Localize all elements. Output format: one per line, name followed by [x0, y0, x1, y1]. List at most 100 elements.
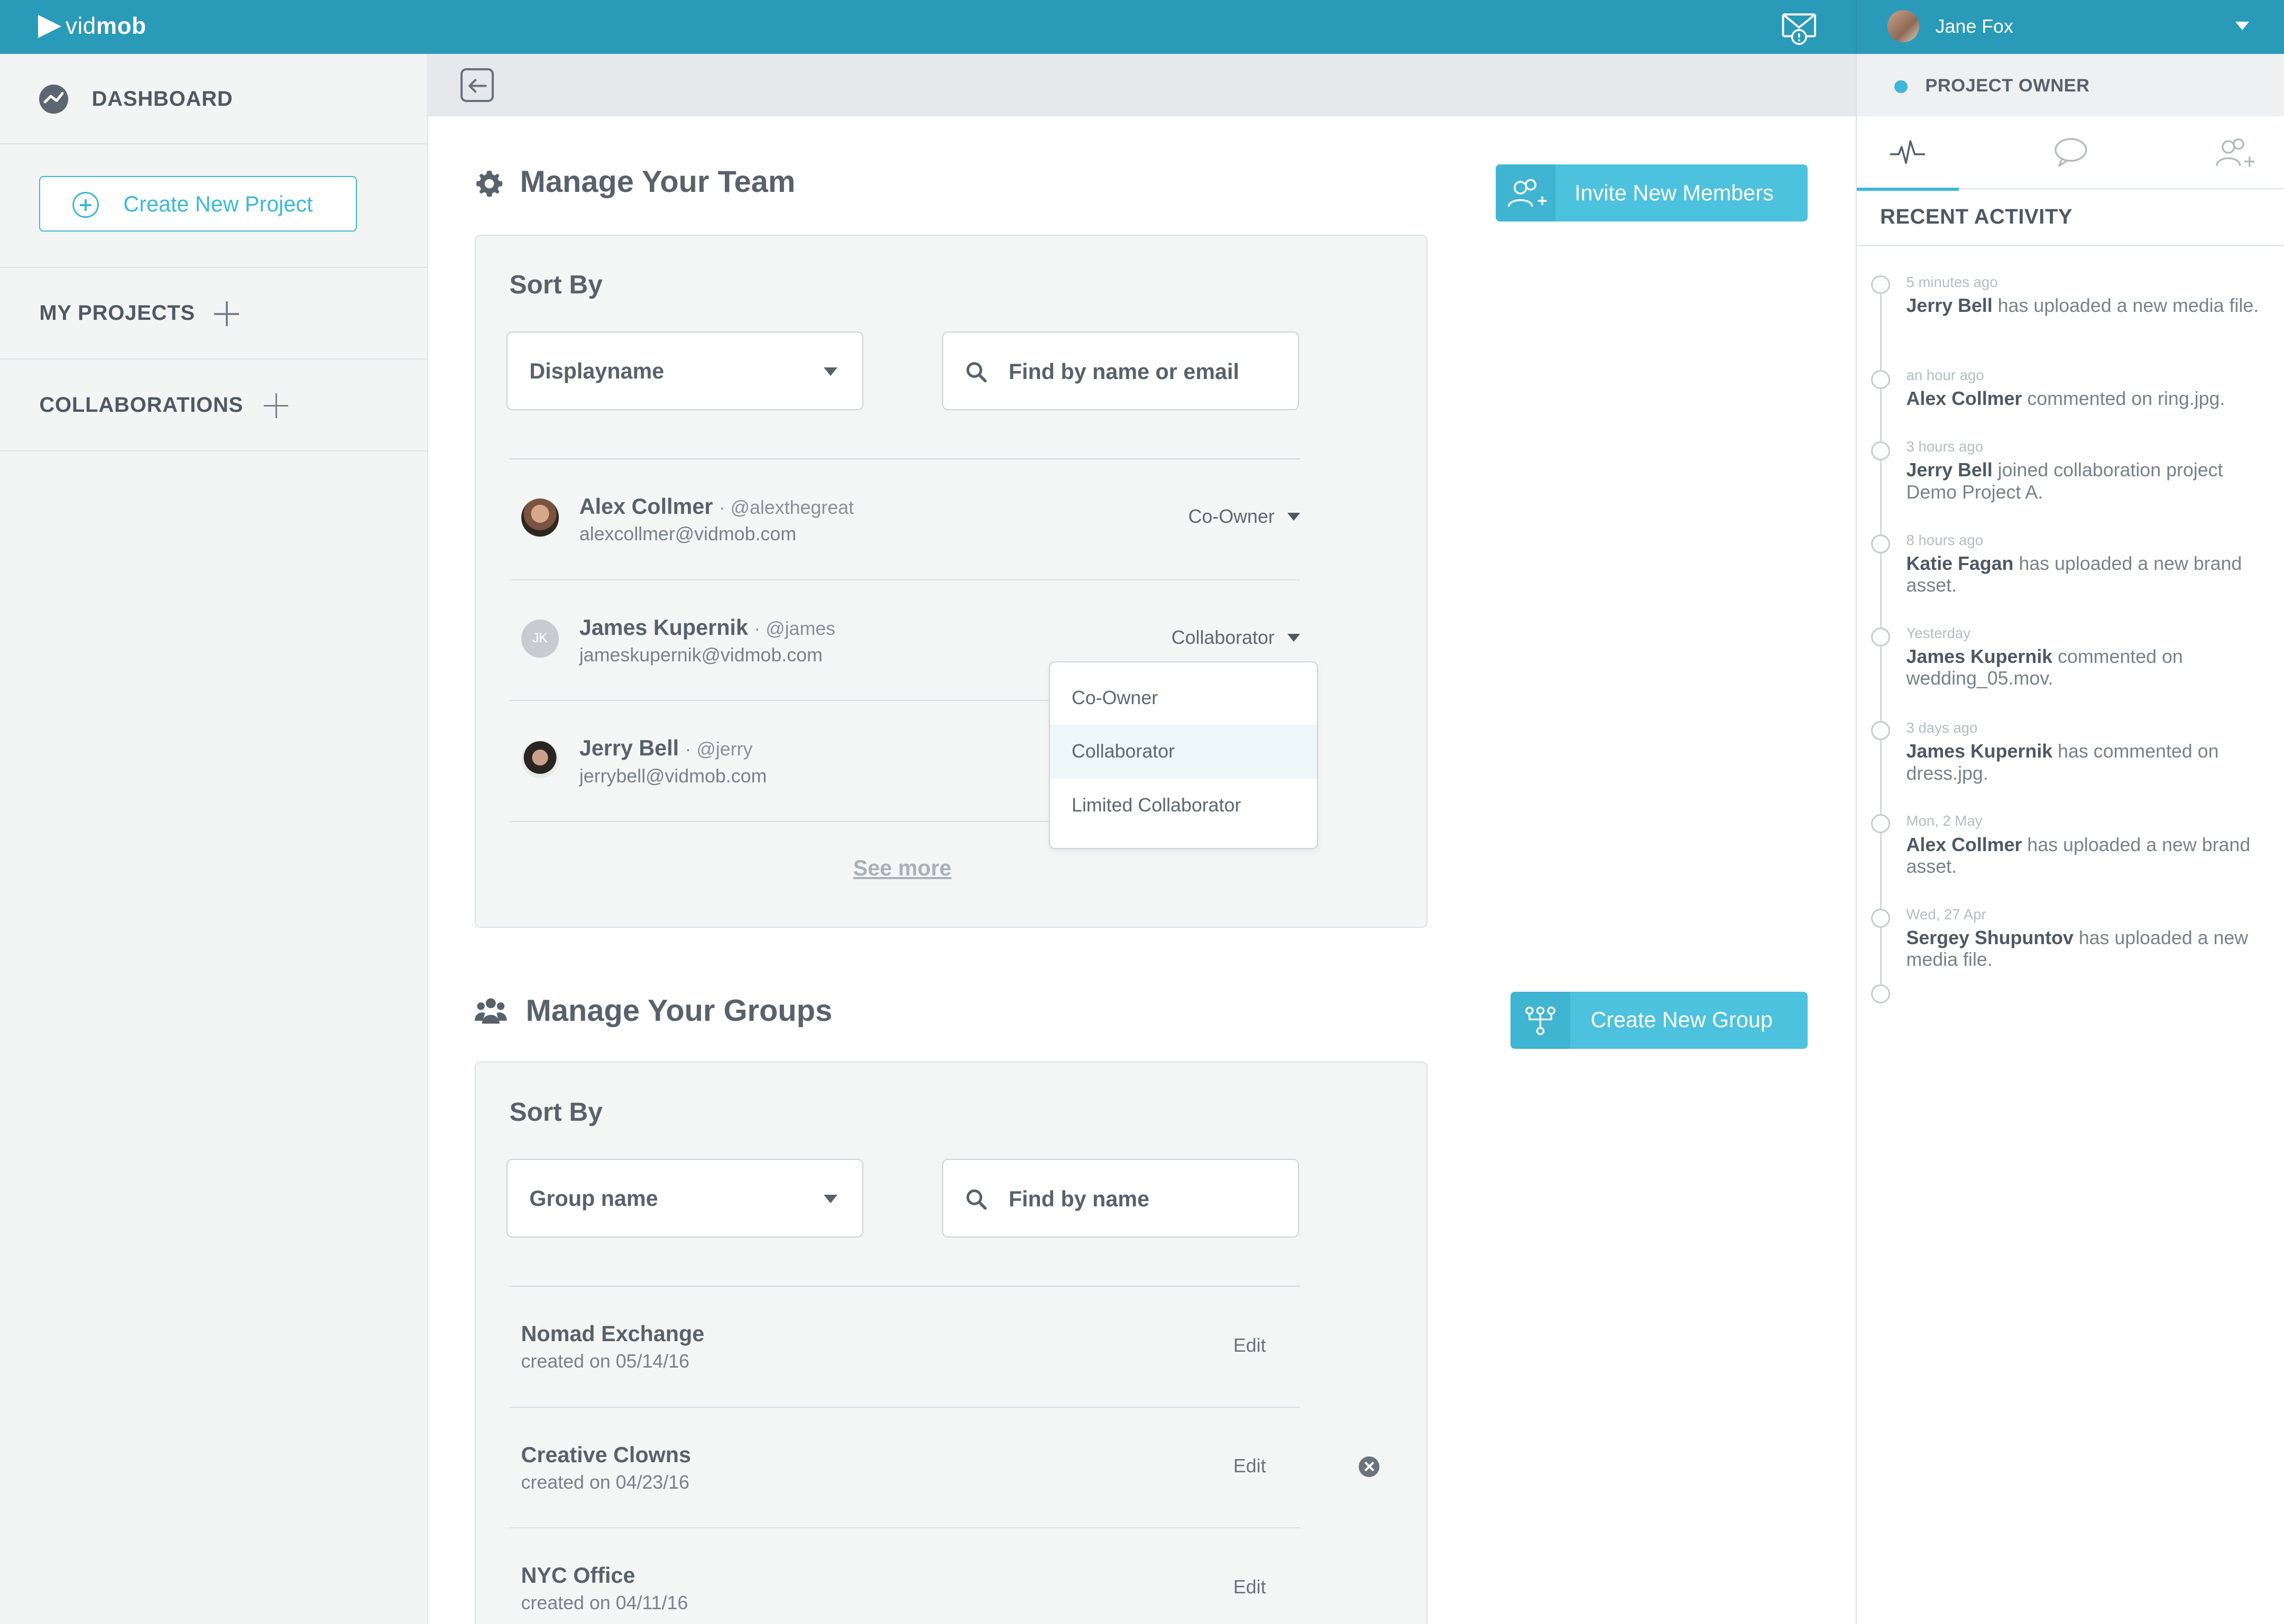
back-arrow-icon[interactable]	[460, 68, 494, 102]
role-option-co-owner[interactable]: Co-Owner	[1050, 671, 1318, 725]
divider	[1856, 244, 2284, 246]
activity-text: Jerry Bell joined collaboration project …	[1907, 459, 2263, 503]
activity-pulse-icon	[1890, 140, 1926, 164]
member-role-select[interactable]: Co-Owner	[1189, 506, 1301, 528]
activity-actor[interactable]: Jerry Bell	[1907, 459, 1993, 481]
activity-item: Mon, 2 May Alex Collmer has uploaded a n…	[1907, 813, 2263, 878]
member-name: Jerry Bell	[579, 736, 679, 761]
content-header	[428, 53, 1856, 117]
group-row: Creative Clowns created on 04/23/16 Edit	[509, 1408, 1301, 1529]
activity-actor[interactable]: Alex Collmer	[1907, 834, 2022, 855]
team-search-input[interactable]	[1008, 356, 1278, 389]
tab-members[interactable]	[2183, 116, 2284, 189]
member-name: Alex Collmer	[579, 494, 713, 519]
team-sort-select[interactable]: Displayname	[506, 331, 863, 411]
group-edit-button[interactable]: Edit	[1233, 1576, 1266, 1598]
member-avatar	[521, 499, 559, 537]
create-new-project-button[interactable]: Create New Project	[39, 176, 357, 232]
groups-section-title: Manage Your Groups	[526, 993, 833, 1028]
sidebar-my-projects[interactable]: MY PROJECTS	[0, 268, 427, 360]
timeline-dot	[1871, 275, 1891, 294]
create-new-group-button[interactable]: Create New Group	[1510, 992, 1808, 1049]
notifications-mail-icon[interactable]	[1780, 10, 1821, 45]
logo-text-bold: mob	[96, 13, 146, 39]
activity-text: Katie Fagan has uploaded a new brand ass…	[1907, 553, 2263, 597]
chevron-down-icon	[824, 367, 838, 376]
member-role-select[interactable]: Collaborator	[1172, 627, 1301, 649]
vidmob-logo[interactable]: vidmob	[38, 13, 146, 40]
app-root: vidmob Jane Fox DASHBOARD Create New Pro…	[0, 0, 2284, 1624]
team-search-field	[942, 331, 1299, 411]
role-option-limited-collaborator[interactable]: Limited Collaborator	[1050, 779, 1318, 833]
invite-new-members-label: Invite New Members	[1574, 180, 1774, 205]
groups-panel: Sort By Group name Nomad Exchange create…	[475, 1062, 1428, 1624]
sidebar-item-label: DASHBOARD	[91, 87, 233, 111]
timeline-dot	[1871, 814, 1891, 833]
project-role-bar: PROJECT OWNER	[1856, 53, 2284, 117]
activity-actor[interactable]: Alex Collmer	[1907, 388, 2022, 409]
member-name: James Kupernik	[579, 615, 748, 640]
activity-item: Wed, 27 Apr Sergey Shupuntov has uploade…	[1907, 906, 2263, 971]
activity-actor[interactable]: Jerry Bell	[1907, 295, 1993, 316]
create-new-project-label: Create New Project	[123, 191, 313, 216]
timeline-end-dot	[1871, 984, 1891, 1004]
add-project-plus-icon[interactable]	[214, 301, 239, 327]
member-role-value: Collaborator	[1171, 626, 1275, 648]
timeline-dot	[1871, 441, 1891, 460]
activity-actor[interactable]: James Kupernik	[1907, 646, 2053, 667]
user-avatar	[1887, 10, 1920, 42]
activity-description: has uploaded a new media file.	[1992, 295, 2259, 317]
group-edit-button[interactable]: Edit	[1233, 1335, 1266, 1357]
member-name-line: Alex Collmer · @alexthegreat	[579, 494, 854, 519]
activity-time: 5 minutes ago	[1906, 273, 1998, 290]
activity-text: Alex Collmer has uploaded a new brand as…	[1907, 834, 2263, 878]
member-handle: · @james	[754, 617, 836, 639]
remove-group-close-icon[interactable]	[1359, 1456, 1379, 1477]
group-created-date: created on 04/23/16	[521, 1471, 689, 1493]
add-collaboration-plus-icon[interactable]	[263, 393, 289, 418]
groups-sort-select[interactable]: Group name	[506, 1159, 863, 1238]
chevron-down-icon	[1287, 513, 1301, 522]
groups-search-input[interactable]	[1008, 1183, 1278, 1215]
see-more-link[interactable]: See more	[853, 856, 952, 881]
activity-actor[interactable]: Katie Fagan	[1907, 553, 2014, 574]
activity-item: 3 hours ago Jerry Bell joined collaborat…	[1907, 438, 2263, 503]
top-bar: vidmob	[0, 0, 1856, 54]
project-role-label: PROJECT OWNER	[1925, 76, 2090, 96]
member-name-line: Jerry Bell · @jerry	[579, 736, 753, 761]
user-menu[interactable]: Jane Fox	[1855, 0, 2284, 54]
activity-text: James Kupernik commented on wedding_05.m…	[1907, 646, 2263, 690]
tab-comments[interactable]	[2020, 116, 2122, 189]
timeline-dot	[1871, 628, 1891, 647]
search-icon	[966, 362, 987, 383]
group-edit-button[interactable]: Edit	[1233, 1455, 1266, 1477]
role-option-collaborator[interactable]: Collaborator	[1049, 725, 1318, 779]
group-name: Creative Clowns	[521, 1442, 691, 1467]
user-menu-caret-icon	[2235, 22, 2250, 30]
role-dropdown-menu: Co-Owner Collaborator Limited Collaborat…	[1048, 661, 1319, 850]
activity-time: Wed, 27 Apr	[1906, 906, 1986, 922]
activity-time: 3 hours ago	[1906, 438, 1984, 455]
activity-actor[interactable]: James Kupernik	[1907, 741, 2053, 762]
member-email: jameskupernik@vidmob.com	[579, 644, 823, 666]
group-name: NYC Office	[521, 1563, 636, 1588]
invite-new-members-button[interactable]: Invite New Members	[1496, 164, 1808, 222]
activity-item: Yesterday James Kupernik commented on we…	[1907, 625, 2263, 690]
add-users-icon	[1496, 164, 1556, 222]
logo-play-icon	[38, 14, 61, 38]
my-projects-label: MY PROJECTS	[39, 301, 196, 325]
chevron-down-icon	[1287, 633, 1301, 643]
member-handle: · @alexthegreat	[719, 497, 854, 519]
tab-activity[interactable]	[1856, 116, 1959, 191]
sidebar-item-dashboard[interactable]: DASHBOARD	[0, 54, 427, 144]
left-sidebar: DASHBOARD Create New Project MY PROJECTS…	[0, 53, 428, 1624]
groups-sort-value: Group name	[529, 1186, 658, 1211]
plus-circle-icon	[72, 191, 99, 218]
team-member-row: Alex Collmer · @alexthegreat alexcollmer…	[509, 459, 1301, 580]
sidebar-collaborations[interactable]: COLLABORATIONS	[0, 359, 427, 452]
user-name: Jane Fox	[1935, 16, 2013, 38]
timeline-dot	[1871, 370, 1891, 389]
activity-actor[interactable]: Sergey Shupuntov	[1907, 927, 2074, 948]
gear-icon	[476, 170, 503, 197]
activity-time: Mon, 2 May	[1906, 813, 1983, 829]
